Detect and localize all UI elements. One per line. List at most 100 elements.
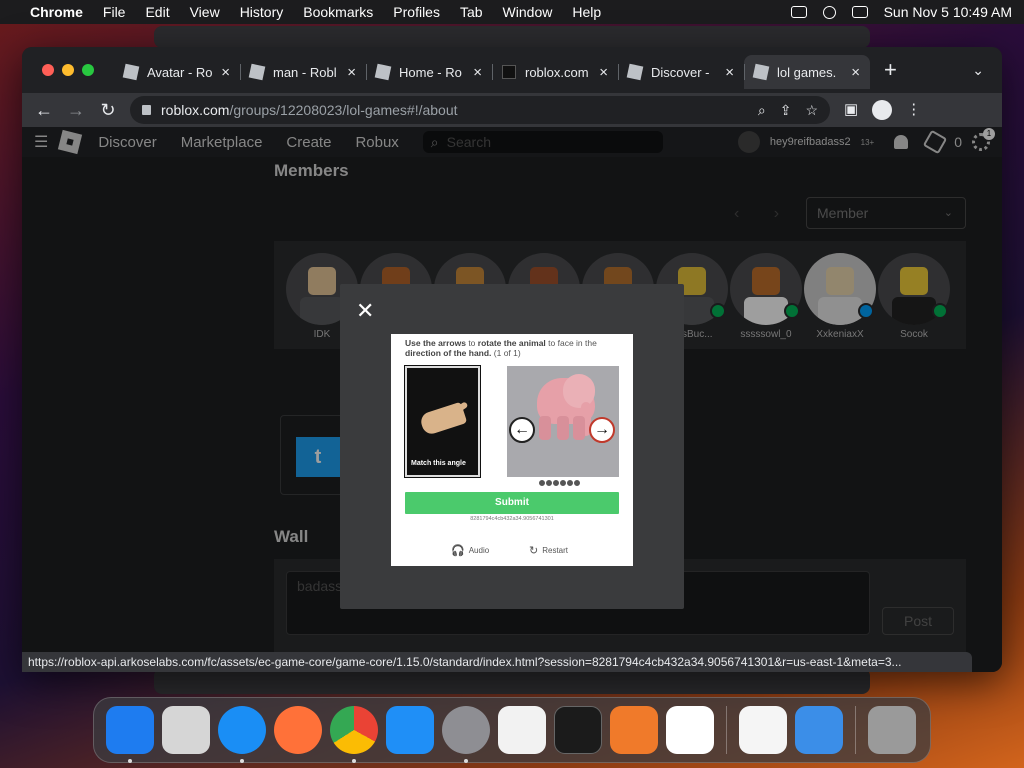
trash-icon[interactable] xyxy=(868,706,916,754)
textedit-icon[interactable] xyxy=(498,706,546,754)
tab-discover[interactable]: Discover - × xyxy=(618,55,744,89)
dock xyxy=(93,697,931,763)
tab-title: Avatar - Ro xyxy=(147,64,213,80)
menu-history[interactable]: History xyxy=(240,4,284,20)
close-window-button[interactable] xyxy=(42,64,54,76)
instruction-text: to face in the xyxy=(545,338,597,348)
chrome-icon[interactable] xyxy=(330,706,378,763)
progress-dot xyxy=(546,480,552,486)
close-tab-icon[interactable]: × xyxy=(725,64,734,81)
close-tab-icon[interactable]: × xyxy=(221,64,230,81)
share-icon[interactable]: ⇪ xyxy=(780,102,792,119)
menu-tab[interactable]: Tab xyxy=(460,4,483,20)
headphones-icon: 🎧 xyxy=(451,545,465,557)
tab-home[interactable]: Home - Ro × xyxy=(366,55,492,89)
window-controls xyxy=(42,64,94,76)
audio-label: Audio xyxy=(468,546,490,555)
progress-dot xyxy=(553,480,559,486)
progress-dot xyxy=(560,480,566,486)
running-indicator xyxy=(352,759,356,763)
instruction-count: (1 of 1) xyxy=(491,348,521,358)
forward-arrow-icon[interactable]: → xyxy=(60,100,92,121)
menu-bookmarks[interactable]: Bookmarks xyxy=(303,4,373,20)
launchpad-icon[interactable] xyxy=(162,706,210,754)
instruction-emphasis: direction of the hand. xyxy=(405,348,492,358)
terminal-icon[interactable] xyxy=(554,706,602,754)
progress-dot xyxy=(574,480,580,486)
zoom-window-button[interactable] xyxy=(82,64,94,76)
session-id: 8281794c4cb432a34.9056741301 xyxy=(470,516,554,522)
app-menu[interactable]: Chrome xyxy=(30,4,83,20)
new-tab-plus-icon[interactable]: + xyxy=(884,57,897,83)
url-host: roblox.com xyxy=(161,102,230,118)
profile-avatar-icon[interactable] xyxy=(872,100,893,120)
garageband-icon[interactable] xyxy=(610,706,658,754)
menu-window[interactable]: Window xyxy=(503,4,553,20)
progress-dots xyxy=(539,480,580,486)
tab-roblox-com[interactable]: roblox.com × xyxy=(492,55,618,89)
rotate-right-arrow-icon[interactable]: → xyxy=(589,417,615,443)
menu-help[interactable]: Help xyxy=(572,4,601,20)
safari-icon[interactable] xyxy=(218,706,266,763)
audio-button[interactable]: 🎧 Audio xyxy=(451,544,489,557)
back-arrow-icon[interactable]: ← xyxy=(28,100,60,121)
bookmark-star-icon[interactable]: ☆ xyxy=(805,102,818,119)
system-settings-icon[interactable] xyxy=(442,706,490,763)
elephant-leg xyxy=(539,416,551,440)
reload-icon[interactable]: ↻ xyxy=(92,100,124,121)
dock-separator xyxy=(726,706,727,754)
browser-toolbar: ← → ↻ roblox.com/groups/12208023/lol-gam… xyxy=(22,93,1002,127)
tab-title: man - Robl xyxy=(273,64,337,80)
tab-man[interactable]: man - Robl × xyxy=(240,55,366,89)
url-path: /groups/12208023/lol-games#!/about xyxy=(229,102,458,118)
close-tab-icon[interactable]: × xyxy=(851,64,860,81)
elephant-head xyxy=(563,374,595,408)
tab-title: roblox.com xyxy=(525,64,589,80)
restart-button[interactable]: ↻ Restart xyxy=(529,544,568,557)
close-tab-icon[interactable]: × xyxy=(599,64,608,81)
close-tab-icon[interactable]: × xyxy=(347,64,356,81)
verification-modal: ✕ Use the arrows to rotate the animal to… xyxy=(340,284,684,609)
close-icon[interactable]: ✕ xyxy=(356,298,374,324)
tab-search-chevron-icon[interactable]: ⌄ xyxy=(972,62,984,79)
roblox-favicon-icon xyxy=(626,63,644,81)
screen-mirroring-icon[interactable] xyxy=(790,6,807,18)
background-window[interactable] xyxy=(154,26,870,48)
finder-icon[interactable] xyxy=(106,706,154,763)
menu-edit[interactable]: Edit xyxy=(145,4,169,20)
tab-title: lol games. xyxy=(777,64,837,80)
menu-clock[interactable]: Sun Nov 5 10:49 AM xyxy=(884,4,1012,20)
captcha-instructions: Use the arrows to rotate the animal to f… xyxy=(405,338,621,358)
close-tab-icon[interactable]: × xyxy=(473,64,482,81)
side-panel-icon[interactable]: ▣ xyxy=(844,100,858,120)
menu-view[interactable]: View xyxy=(190,4,220,20)
spotlight-search-icon[interactable] xyxy=(822,5,836,19)
zoom-magnifier-icon[interactable]: ⌕ xyxy=(758,102,766,119)
control-center-icon[interactable] xyxy=(851,6,868,18)
menu-file[interactable]: File xyxy=(103,4,126,20)
running-indicator xyxy=(464,759,468,763)
chrome-menu-icon[interactable]: ⋮ xyxy=(906,100,921,120)
tab-strip: Avatar - Ro × man - Robl × Home - Ro × r… xyxy=(22,47,1002,93)
captcha-frame: Use the arrows to rotate the animal to f… xyxy=(391,334,633,566)
instruction-emphasis: Use the arrows xyxy=(405,338,466,348)
menu-profiles[interactable]: Profiles xyxy=(393,4,440,20)
weather-icon[interactable] xyxy=(795,706,843,754)
firefox-icon[interactable] xyxy=(274,706,322,754)
progress-dot xyxy=(567,480,573,486)
vscode-icon[interactable] xyxy=(666,706,714,754)
visual-studio-icon[interactable] xyxy=(739,706,787,754)
minimize-window-button[interactable] xyxy=(62,64,74,76)
roblox-favicon-icon xyxy=(502,65,516,79)
page-viewport: ☰ Discover Marketplace Create Robux ⌕ Se… xyxy=(22,127,1002,672)
app-store-icon[interactable] xyxy=(386,706,434,754)
rotate-left-arrow-icon[interactable]: ← xyxy=(509,417,535,443)
lock-icon[interactable] xyxy=(142,105,151,115)
menu-bar: Chrome File Edit View History Bookmarks … xyxy=(0,0,1024,24)
submit-button[interactable]: Submit xyxy=(405,492,619,514)
progress-dot xyxy=(539,480,545,486)
tab-avatar[interactable]: Avatar - Ro × xyxy=(114,55,240,89)
roblox-favicon-icon xyxy=(248,63,266,81)
tab-lol-games[interactable]: lol games. × xyxy=(744,55,870,89)
address-bar[interactable]: roblox.com/groups/12208023/lol-games#!/a… xyxy=(130,96,830,124)
